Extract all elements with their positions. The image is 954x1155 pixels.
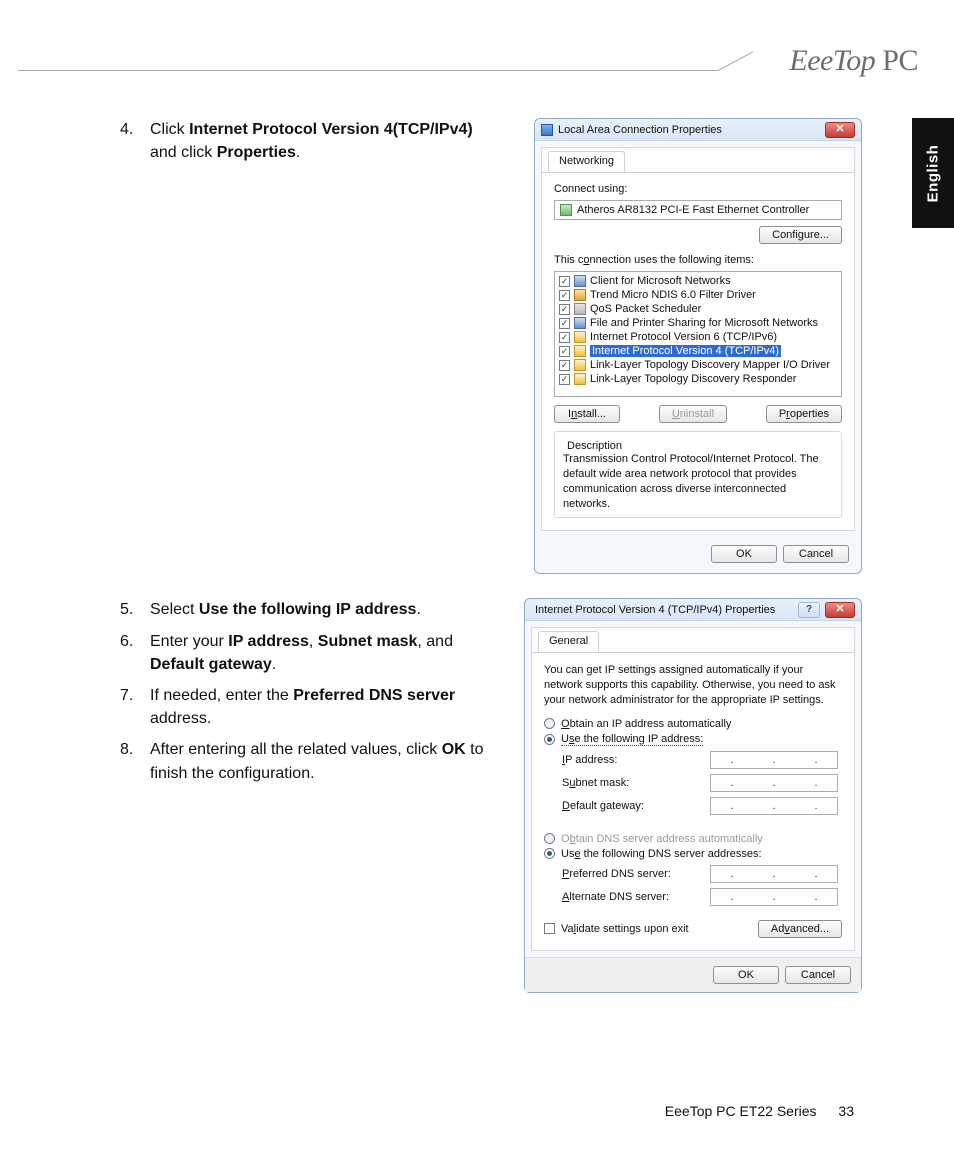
series-label: EeeTop PC ET22 Series [665,1103,817,1119]
radio-icon[interactable] [544,848,555,859]
close-button[interactable]: ✕ [825,122,855,138]
description-group: Description Transmission Control Protoco… [554,431,842,518]
page-footer: EeeTop PC ET22 Series 33 [665,1103,854,1119]
validate-checkbox-row[interactable]: Validate settings upon exit [544,923,689,935]
items-label: This connection uses the following items… [554,254,842,266]
description-title: Description [563,440,626,452]
cancel-button[interactable]: Cancel [785,966,851,984]
ip-input[interactable]: ... [710,797,838,815]
header-rule-slant [718,51,754,71]
checkbox-icon[interactable]: ✓ [559,374,570,385]
language-tab: English [912,118,954,228]
radio-obtain-ip[interactable]: Obtain an IP address automatically [544,718,842,730]
client-icon [574,275,586,287]
step-number: 4. [120,118,150,164]
protocol-icon [574,331,586,343]
field-subnet-mask: Subnet mask: ... [562,774,842,792]
field-preferred-dns: Preferred DNS server: ... [562,865,842,883]
page-content: 4. Click Internet Protocol Version 4(TCP… [120,118,862,1017]
nic-textbox[interactable]: Atheros AR8132 PCI-E Fast Ethernet Contr… [554,200,842,220]
list-item: ✓Link-Layer Topology Discovery Responder [555,372,841,386]
dialog-footer: OK Cancel [525,957,861,992]
radio-obtain-dns: Obtain DNS server address automatically [544,833,842,845]
checkbox-icon[interactable]: ✓ [559,360,570,371]
checkbox-icon[interactable]: ✓ [559,332,570,343]
scheduler-icon [574,303,586,315]
window-title: Local Area Connection Properties [558,124,820,136]
step-6: 6. Enter your IP address, Subnet mask, a… [120,630,490,676]
tab-networking[interactable]: Networking [548,151,625,172]
protocol-icon [574,345,586,357]
radio-use-ip[interactable]: Use the following IP address: [544,733,842,746]
checkbox-icon[interactable]: ✓ [559,290,570,301]
checkbox-icon[interactable]: ✓ [559,318,570,329]
advanced-button[interactable]: Advanced... [758,920,842,938]
ok-button[interactable]: OK [711,545,777,563]
tab-general[interactable]: General [538,631,599,652]
install-button[interactable]: Install... [554,405,620,423]
dialog-lan-properties: Local Area Connection Properties ✕ Netwo… [534,118,862,574]
configure-button[interactable]: Configure... [759,226,842,244]
titlebar[interactable]: Local Area Connection Properties ✕ [535,119,861,141]
radio-icon[interactable] [544,718,555,729]
instructions-block-2: 5. Select Use the following IP address. … [120,598,490,993]
cancel-button[interactable]: Cancel [783,545,849,563]
step-7: 7. If needed, enter the Preferred DNS se… [120,684,490,730]
step-8: 8. After entering all the related values… [120,738,490,784]
nic-name: Atheros AR8132 PCI-E Fast Ethernet Contr… [577,204,809,216]
list-item: ✓File and Printer Sharing for Microsoft … [555,316,841,330]
checkbox-icon[interactable]: ✓ [559,276,570,287]
checkbox-icon[interactable]: ✓ [559,304,570,315]
window-title: Internet Protocol Version 4 (TCP/IPv4) P… [531,604,793,616]
list-item: ✓Client for Microsoft Networks [555,274,841,288]
list-item: ✓Internet Protocol Version 6 (TCP/IPv6) [555,330,841,344]
protocol-icon [574,373,586,385]
brand-logo: EeeTop PC [789,44,918,78]
checkbox-icon[interactable] [544,923,555,934]
list-item-selected: ✓Internet Protocol Version 4 (TCP/IPv4) [555,344,841,358]
titlebar[interactable]: Internet Protocol Version 4 (TCP/IPv4) P… [525,599,861,621]
share-icon [574,317,586,329]
radio-icon [544,833,555,844]
items-list[interactable]: ✓Client for Microsoft Networks ✓Trend Mi… [554,271,842,397]
page-number: 33 [838,1103,854,1119]
properties-button[interactable]: Properties [766,405,842,423]
field-alternate-dns: Alternate DNS server: ... [562,888,842,906]
ok-button[interactable]: OK [713,966,779,984]
dialog-footer: OK Cancel [535,537,861,573]
brand-text: EeeTop PC [789,44,918,77]
uninstall-button: Uninstall [659,405,727,423]
nic-icon [560,204,572,216]
radio-icon[interactable] [544,734,555,745]
radio-use-dns[interactable]: Use the following DNS server addresses: [544,848,842,860]
tab-strip: General [532,628,854,653]
dialog-ipv4-properties: Internet Protocol Version 4 (TCP/IPv4) P… [524,598,862,993]
field-ip-address: IP address: ... [562,751,842,769]
tab-strip: Networking [542,148,854,173]
ip-input[interactable]: ... [710,774,838,792]
header-rule [18,70,718,71]
ip-input[interactable]: ... [710,888,838,906]
checkbox-icon[interactable]: ✓ [559,346,570,357]
intro-note: You can get IP settings assigned automat… [544,663,842,708]
list-item: ✓Trend Micro NDIS 6.0 Filter Driver [555,288,841,302]
language-label: English [925,144,942,202]
list-item: ✓Link-Layer Topology Discovery Mapper I/… [555,358,841,372]
step-5: 5. Select Use the following IP address. [120,598,490,621]
field-default-gateway: Default gateway: ... [562,797,842,815]
close-button[interactable]: ✕ [825,602,855,618]
window-icon [541,124,553,136]
step-4: 4. Click Internet Protocol Version 4(TCP… [120,118,490,164]
shield-icon [574,289,586,301]
ip-input[interactable]: ... [710,751,838,769]
connect-using-label: Connect using: [554,183,842,195]
instructions-block-1: 4. Click Internet Protocol Version 4(TCP… [120,118,490,574]
ip-input[interactable]: ... [710,865,838,883]
protocol-icon [574,359,586,371]
description-text: Transmission Control Protocol/Internet P… [563,452,833,511]
help-button[interactable]: ? [798,602,820,618]
list-item: ✓QoS Packet Scheduler [555,302,841,316]
